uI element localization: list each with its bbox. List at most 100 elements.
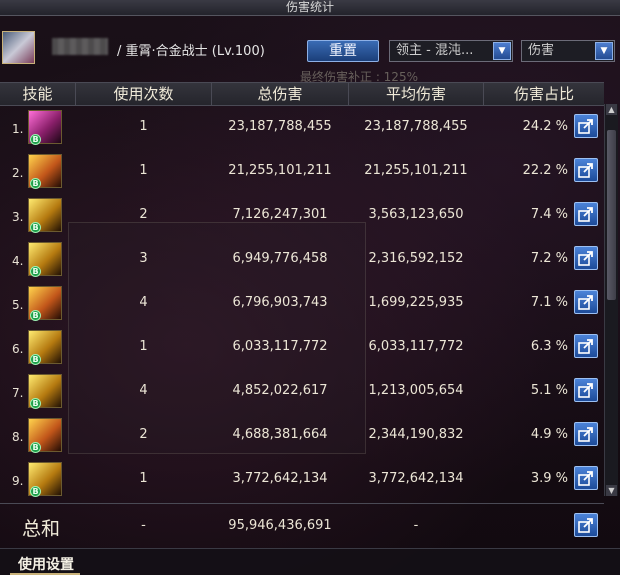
player-avatar [2,31,35,64]
boss-dropdown[interactable]: 领主 - 混沌... ▼ [389,40,513,62]
skill-grade-badge-icon: B [30,266,41,277]
row-rank: 3. [12,210,24,224]
row-average-damage: 3,772,642,134 [368,471,464,486]
row-use-count: 1 [139,119,148,134]
row-rank: 4. [12,254,24,268]
settings-section: 使用设置 [0,548,620,575]
skill-grade-badge-icon: B [30,486,41,497]
share-row-button[interactable] [574,114,598,138]
table-row: 3. B 2 7,126,247,301 3,563,123,650 7.4 % [0,193,604,237]
skill-grade-badge-icon: B [30,222,41,233]
table-scrollbar[interactable]: ▲ ▼ [604,104,618,496]
share-total-button[interactable] [574,513,598,537]
row-average-damage: 6,033,117,772 [368,339,464,354]
row-total-damage: 23,187,788,455 [228,119,332,134]
export-icon [578,295,593,310]
reset-button[interactable]: 重置 [307,40,379,62]
damage-type-value: 伤害 [528,43,555,58]
export-icon [578,163,593,178]
row-use-count: 4 [139,295,148,310]
column-header-count[interactable]: 使用次数 [76,83,212,105]
table-row: 8. B 2 4,688,381,664 2,344,190,832 4.9 % [0,413,604,457]
export-icon [578,383,593,398]
export-icon [578,339,593,354]
row-average-damage: 1,213,005,654 [368,383,464,398]
table-row: 9. B 1 3,772,642,134 3,772,642,134 3.9 % [0,457,604,501]
row-average-damage: 23,187,788,455 [364,119,468,134]
row-rank: 9. [12,474,24,488]
total-damage: 95,946,436,691 [228,518,332,533]
row-rank: 8. [12,430,24,444]
row-use-count: 4 [139,383,148,398]
share-row-button[interactable] [574,334,598,358]
row-total-damage: 4,852,022,617 [232,383,328,398]
share-row-button[interactable] [574,466,598,490]
total-average: - [413,518,419,533]
column-header-share[interactable]: 伤害占比 [484,83,604,105]
column-header-skill[interactable]: 技能 [0,83,76,105]
scroll-up-arrow-icon[interactable]: ▲ [606,104,617,115]
skill-grade-badge-icon: B [30,354,41,365]
row-total-damage: 3,772,642,134 [232,471,328,486]
table-row: 7. B 4 4,852,022,617 1,213,005,654 5.1 % [0,369,604,413]
row-use-count: 1 [139,163,148,178]
table-row: 6. B 1 6,033,117,772 6,033,117,772 6.3 % [0,325,604,369]
share-row-button[interactable] [574,246,598,270]
total-row: 总和 - 95,946,436,691 - [0,503,604,548]
row-damage-share: 7.1 % [530,295,568,310]
skill-grade-badge-icon: B [30,310,41,321]
row-average-damage: 21,255,101,211 [364,163,468,178]
table-row: 5. B 4 6,796,903,743 1,699,225,935 7.1 % [0,281,604,325]
row-damage-share: 5.1 % [530,383,568,398]
scroll-down-arrow-icon[interactable]: ▼ [606,485,617,496]
skill-grade-badge-icon: B [30,442,41,453]
row-total-damage: 6,033,117,772 [232,339,328,354]
row-rank: 1. [12,122,24,136]
column-header-average[interactable]: 平均伤害 [349,83,484,105]
player-name-redacted [52,38,108,55]
row-use-count: 2 [139,427,148,442]
row-total-damage: 21,255,101,211 [228,163,332,178]
chevron-down-icon[interactable]: ▼ [493,42,511,60]
boss-dropdown-value: 领主 - 混沌... [396,43,474,58]
row-total-damage: 6,949,776,458 [232,251,328,266]
row-damage-share: 7.4 % [530,207,568,222]
total-count: - [141,518,146,533]
row-damage-share: 22.2 % [522,163,568,178]
skill-grade-badge-icon: B [30,178,41,189]
row-damage-share: 6.3 % [530,339,568,354]
share-row-button[interactable] [574,422,598,446]
export-icon [578,207,593,222]
row-total-damage: 6,796,903,743 [232,295,328,310]
row-rank: 5. [12,298,24,312]
export-icon [578,471,593,486]
share-row-button[interactable] [574,158,598,182]
row-use-count: 3 [139,251,148,266]
chevron-down-icon[interactable]: ▼ [595,42,613,60]
skill-grade-badge-icon: B [30,398,41,409]
export-icon [578,251,593,266]
column-header-total[interactable]: 总伤害 [212,83,349,105]
share-row-button[interactable] [574,290,598,314]
share-row-button[interactable] [574,378,598,402]
window-titlebar: 伤害统计 [0,0,620,16]
total-label: 总和 [22,518,61,540]
table-row: 4. B 3 6,949,776,458 2,316,592,152 7.2 % [0,237,604,281]
export-icon [578,518,593,533]
row-total-damage: 4,688,381,664 [232,427,328,442]
row-damage-share: 24.2 % [522,119,568,134]
skill-grade-badge-icon: B [30,134,41,145]
settings-tab[interactable]: 使用设置 [18,554,74,574]
share-row-button[interactable] [574,202,598,226]
row-use-count: 1 [139,339,148,354]
row-damage-share: 3.9 % [530,471,568,486]
row-damage-share: 7.2 % [530,251,568,266]
player-class-level: / 重霄·合金战士 (Lv.100) [117,44,265,59]
row-rank: 2. [12,166,24,180]
damage-type-dropdown[interactable]: 伤害 ▼ [521,40,615,62]
row-rank: 6. [12,342,24,356]
row-rank: 7. [12,386,24,400]
table-header: 技能 使用次数 总伤害 平均伤害 伤害占比 [0,82,604,106]
scroll-thumb[interactable] [607,130,616,300]
row-average-damage: 2,344,190,832 [368,427,464,442]
